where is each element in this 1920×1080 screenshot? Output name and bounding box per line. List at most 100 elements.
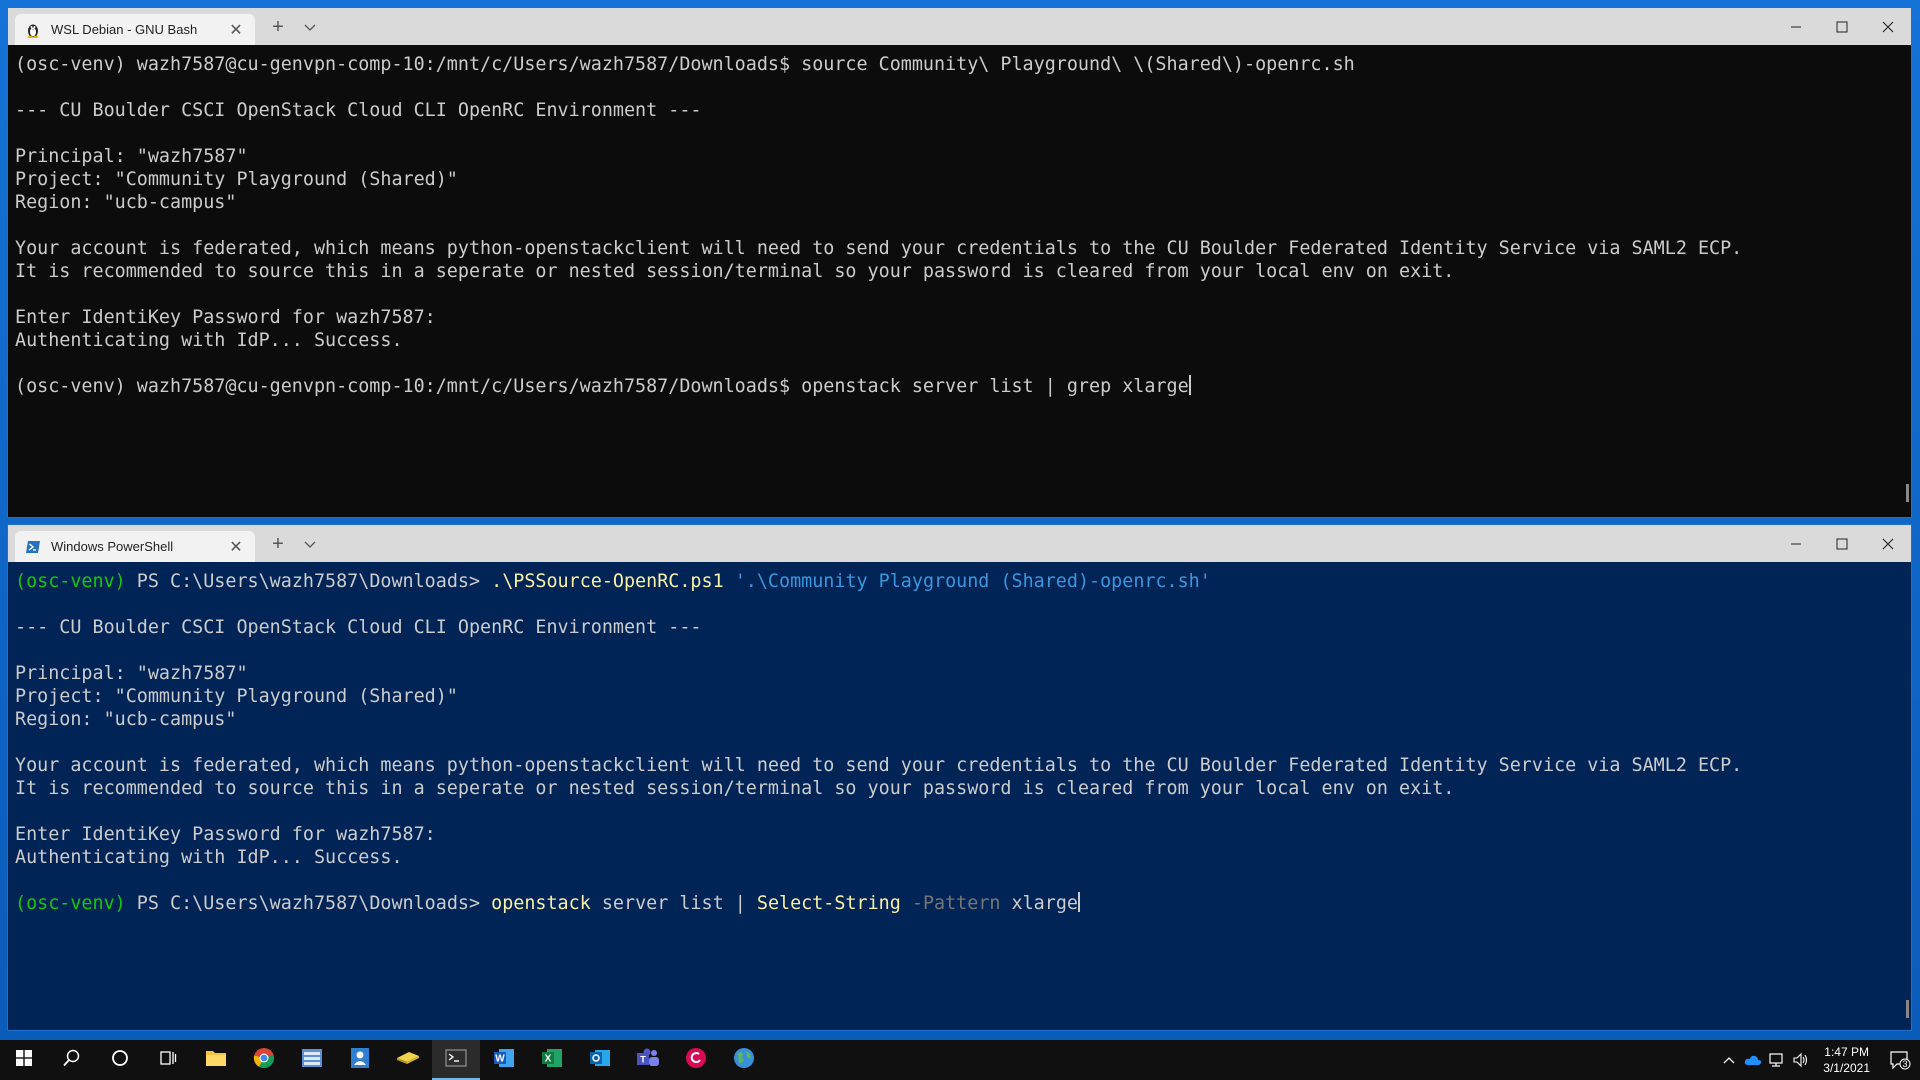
- title-bar[interactable]: WSL Debian - GNU Bash ✕ +: [8, 8, 1911, 45]
- terminal-line: ​: [15, 593, 1911, 616]
- terminal-icon: [445, 1049, 467, 1072]
- terminal-line: (osc-venv) PS C:\Users\wazh7587\Download…: [15, 892, 1911, 915]
- terminal-line: ​: [15, 639, 1911, 662]
- terminal-text-segment: Enter IdentiKey Password for wazh7587:: [15, 307, 436, 328]
- file-explorer-button[interactable]: [192, 1040, 240, 1080]
- start-button[interactable]: [0, 1040, 48, 1080]
- text-cursor: [1077, 892, 1080, 912]
- title-bar[interactable]: Windows PowerShell ✕ +: [8, 525, 1911, 562]
- terminal-line: ​: [15, 869, 1911, 892]
- terminal-line: Authenticating with IdP... Success.: [15, 846, 1911, 869]
- teams-icon: T: [636, 1047, 660, 1074]
- terminal-line: Principal: "wazh7587": [15, 145, 1911, 168]
- scrollbar[interactable]: [1906, 1000, 1909, 1018]
- notes-button[interactable]: [384, 1040, 432, 1080]
- word-icon: W: [493, 1047, 515, 1074]
- outlook-icon: [589, 1047, 611, 1074]
- word-button[interactable]: W: [480, 1040, 528, 1080]
- terminal-text-segment: Principal: "wazh7587": [15, 663, 248, 684]
- chevron-up-icon[interactable]: [1717, 1040, 1741, 1080]
- volume-icon[interactable]: [1789, 1040, 1813, 1080]
- close-button[interactable]: [1865, 525, 1911, 562]
- task-view-button[interactable]: [144, 1040, 192, 1080]
- maximize-button[interactable]: [1819, 525, 1865, 562]
- excel-icon: X: [541, 1047, 563, 1074]
- terminal-text-segment: Your account is federated, which means p…: [15, 238, 1743, 259]
- clock[interactable]: 1:47 PM 3/1/2021: [1813, 1044, 1880, 1076]
- terminal-text-segment: Your account is federated, which means p…: [15, 755, 1743, 776]
- terminal-text-segment: (osc-venv): [15, 893, 126, 914]
- search-icon: [63, 1049, 81, 1072]
- terminal-text-segment: '.\Community Playground (Shared)-openrc.…: [734, 571, 1211, 592]
- terminal-line: Project: "Community Playground (Shared)": [15, 685, 1911, 708]
- terminal-text-segment: (osc-venv) wazh7587@cu-genvpn-comp-10:/m…: [15, 376, 1189, 397]
- text-cursor: [1188, 375, 1191, 395]
- terminal-text-segment: Principal: "wazh7587": [15, 146, 248, 167]
- network-icon[interactable]: [1765, 1040, 1789, 1080]
- terminal-text-segment: openstack: [491, 893, 591, 914]
- terminal-line: ​: [15, 214, 1911, 237]
- terminal-text-segment: Enter IdentiKey Password for wazh7587:: [15, 824, 436, 845]
- onedrive-icon[interactable]: [1741, 1040, 1765, 1080]
- terminal-text-segment: (osc-venv): [15, 571, 126, 592]
- terminal-line: (osc-venv) wazh7587@cu-genvpn-comp-10:/m…: [15, 53, 1911, 76]
- tab-close-icon[interactable]: ✕: [227, 20, 245, 40]
- debian-icon: [685, 1047, 707, 1074]
- terminal-text-segment: It is recommended to source this in a se…: [15, 778, 1455, 799]
- minimize-button[interactable]: [1773, 525, 1819, 562]
- terminal-line: Your account is federated, which means p…: [15, 237, 1911, 260]
- cortana-icon: [111, 1049, 129, 1072]
- debian-button[interactable]: [672, 1040, 720, 1080]
- outlook-button[interactable]: [576, 1040, 624, 1080]
- notification-icon: [1890, 1051, 1911, 1070]
- terminal-text-segment: .\PSSource-OpenRC.ps1: [491, 571, 724, 592]
- terminal-text-segment: PS C:\Users\wazh7587\Downloads>: [125, 893, 492, 914]
- terminal-line: ​: [15, 283, 1911, 306]
- terminal-text-segment: --- CU Boulder CSCI OpenStack Cloud CLI …: [15, 617, 702, 638]
- terminal-output[interactable]: (osc-venv) PS C:\Users\wazh7587\Download…: [8, 562, 1911, 915]
- chevron-down-icon[interactable]: [298, 535, 322, 555]
- terminal-line: ​: [15, 352, 1911, 375]
- chrome-button[interactable]: [240, 1040, 288, 1080]
- excel-button[interactable]: X: [528, 1040, 576, 1080]
- tab-wsl-debian[interactable]: WSL Debian - GNU Bash ✕: [15, 14, 255, 45]
- contacts-button[interactable]: [336, 1040, 384, 1080]
- terminal-text-segment: Project: "Community Playground (Shared)": [15, 686, 458, 707]
- terminal-line: It is recommended to source this in a se…: [15, 260, 1911, 283]
- minimize-button[interactable]: [1773, 8, 1819, 45]
- terminal-line: Your account is federated, which means p…: [15, 754, 1911, 777]
- maximize-button[interactable]: [1819, 8, 1865, 45]
- svg-text:W: W: [495, 1053, 505, 1064]
- tab-title: WSL Debian - GNU Bash: [51, 22, 198, 37]
- notes-icon: [396, 1050, 420, 1071]
- start-icon: [16, 1049, 32, 1071]
- scrollbar[interactable]: [1906, 484, 1909, 502]
- chevron-down-icon[interactable]: [298, 18, 322, 38]
- chrome-icon: [253, 1047, 275, 1074]
- globe-button[interactable]: [720, 1040, 768, 1080]
- teams-button[interactable]: T: [624, 1040, 672, 1080]
- tab-close-icon[interactable]: ✕: [227, 537, 245, 557]
- terminal-text-segment: It is recommended to source this in a se…: [15, 261, 1455, 282]
- terminal-output[interactable]: (osc-venv) wazh7587@cu-genvpn-comp-10:/m…: [8, 45, 1911, 398]
- tab-windows-powershell[interactable]: Windows PowerShell ✕: [15, 531, 255, 562]
- terminal-line: Region: "ucb-campus": [15, 708, 1911, 731]
- terminal-button[interactable]: [432, 1040, 480, 1080]
- close-button[interactable]: [1865, 8, 1911, 45]
- search-button[interactable]: [48, 1040, 96, 1080]
- new-tab-button[interactable]: +: [266, 533, 290, 556]
- new-tab-button[interactable]: +: [266, 16, 290, 39]
- terminal-line: Project: "Community Playground (Shared)": [15, 168, 1911, 191]
- linux-penguin-icon: [25, 22, 41, 38]
- terminal-text-segment: Project: "Community Playground (Shared)": [15, 169, 458, 190]
- powershell-window[interactable]: Windows PowerShell ✕ + (osc-venv) PS C:\…: [8, 525, 1911, 1030]
- terminal-line: (osc-venv) wazh7587@cu-genvpn-comp-10:/m…: [15, 375, 1911, 398]
- terminal-text-segment: Region: "ucb-campus": [15, 192, 237, 213]
- file-manager-button[interactable]: [288, 1040, 336, 1080]
- file-manager-icon: [301, 1048, 323, 1073]
- notification-center-button[interactable]: 3: [1880, 1040, 1920, 1080]
- contacts-icon: [350, 1047, 370, 1074]
- cortana-button[interactable]: [96, 1040, 144, 1080]
- bash-terminal-window[interactable]: WSL Debian - GNU Bash ✕ + (osc-venv) waz…: [8, 8, 1911, 517]
- tab-title: Windows PowerShell: [51, 539, 174, 554]
